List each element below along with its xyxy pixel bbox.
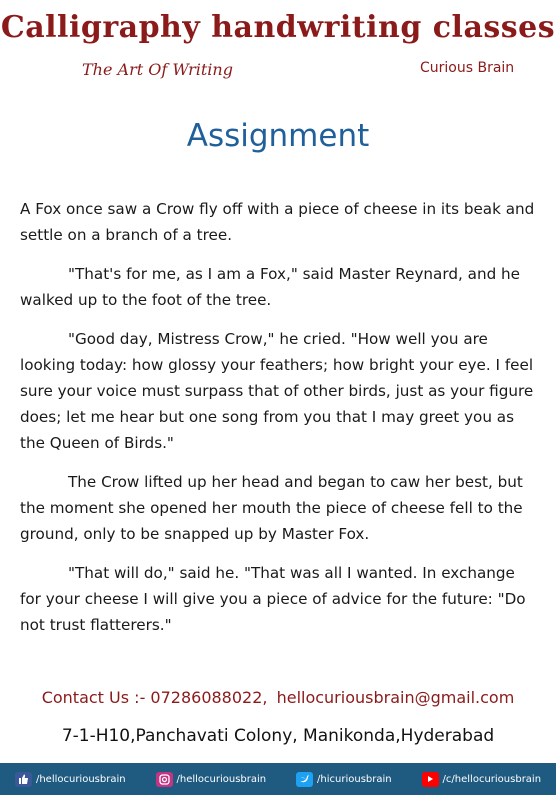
- paragraph: "That's for me, as I am a Fox," said Mas…: [20, 265, 521, 309]
- twitter-icon: [296, 771, 314, 787]
- brand-name: Curious Brain: [420, 60, 515, 76]
- paragraph: "Good day, Mistress Crow," he cried. "Ho…: [20, 330, 534, 452]
- address: 7-1-H10,Panchavati Colony, Manikonda,Hyd…: [61, 726, 495, 746]
- social-handle: /c/hellocuriousbrain: [442, 773, 542, 785]
- social-youtube[interactable]: /c/hellocuriousbrain: [421, 771, 542, 787]
- social-handle: /hellocuriousbrain: [35, 773, 126, 785]
- paragraph: "That will do," said he. "That was all I…: [20, 564, 526, 634]
- social-facebook[interactable]: /hellocuriousbrain: [14, 771, 126, 787]
- story-text: A Fox once saw a Crow fly off with a pie…: [20, 196, 536, 651]
- instagram-icon: [155, 771, 173, 787]
- social-twitter[interactable]: /hicuriousbrain: [296, 771, 392, 787]
- page-title: Calligraphy handwriting classes: [0, 10, 556, 45]
- social-footer: /hellocuriousbrain /hellocuriousbrain /h…: [0, 763, 556, 795]
- paragraph: A Fox once saw a Crow fly off with a pie…: [20, 200, 535, 244]
- social-instagram[interactable]: /hellocuriousbrain: [155, 771, 267, 787]
- contact-line: Contact Us :- 07286088022, hellocuriousb…: [0, 688, 556, 707]
- social-handle: /hicuriousbrain: [317, 773, 392, 785]
- thumbs-up-icon: [14, 771, 32, 787]
- assignment-heading: Assignment: [186, 118, 370, 154]
- youtube-icon: [421, 771, 439, 787]
- paragraph: The Crow lifted up her head and began to…: [20, 473, 523, 543]
- tagline: The Art Of Writing: [82, 60, 233, 79]
- contact-email[interactable]: hellocuriousbrain@gmail.com: [277, 688, 515, 707]
- contact-phone: Contact Us :- 07286088022,: [41, 688, 268, 707]
- social-handle: /hellocuriousbrain: [176, 773, 267, 785]
